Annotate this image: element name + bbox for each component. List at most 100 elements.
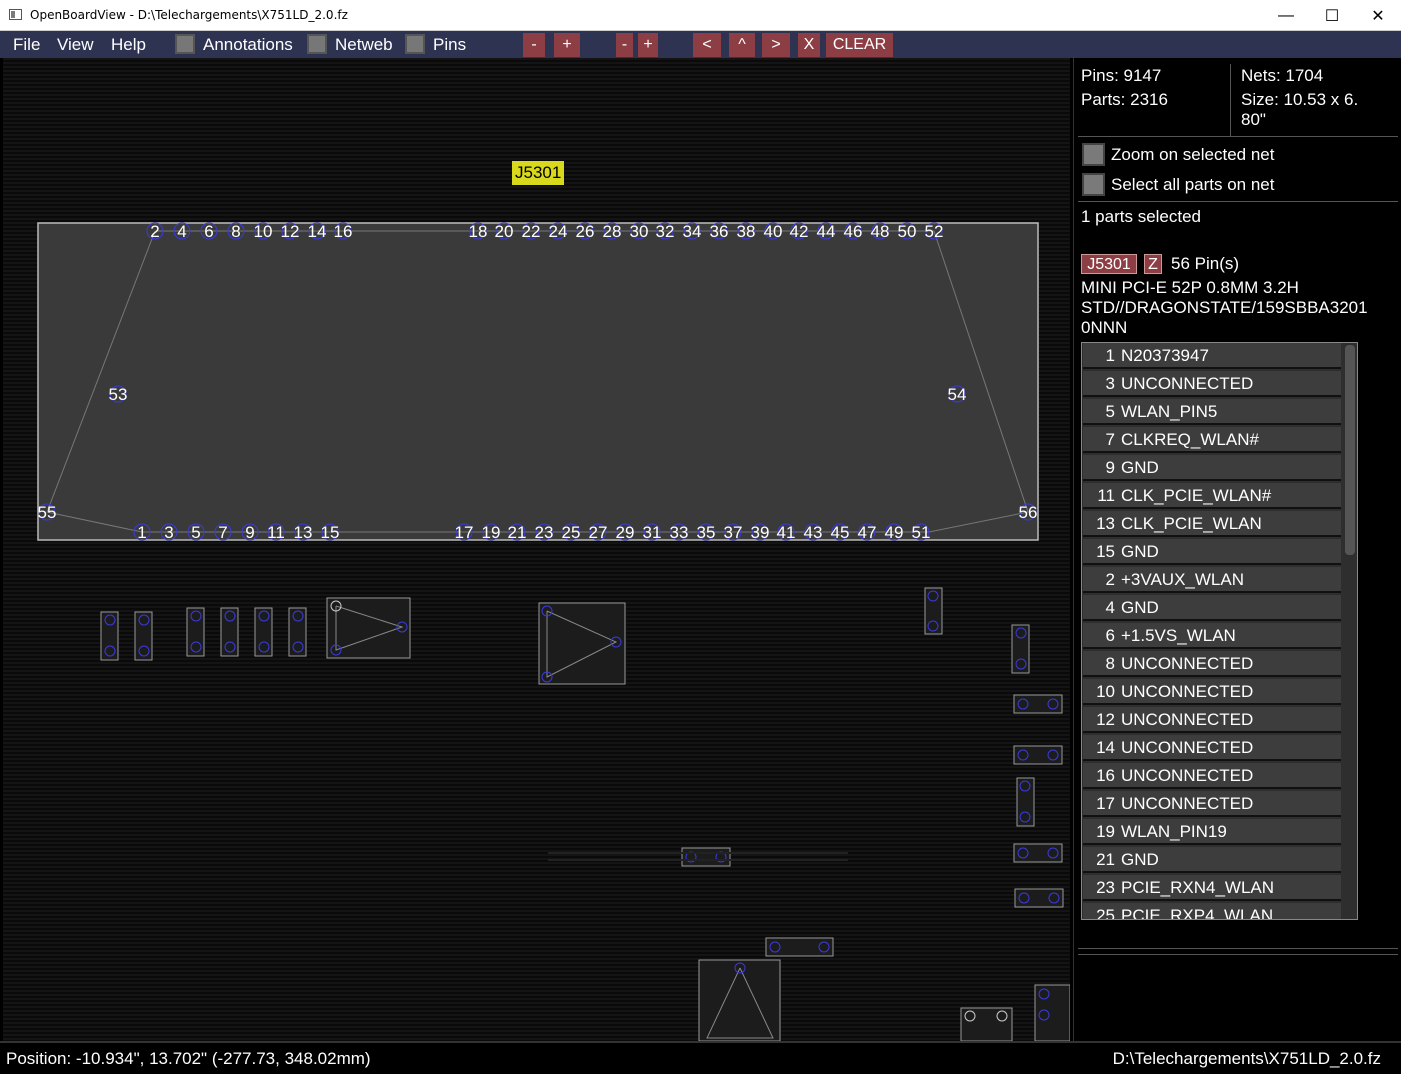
connector-pin-25[interactable]: 25 <box>562 523 581 542</box>
connector-pin-13[interactable]: 13 <box>294 523 313 542</box>
connector-pin-24[interactable]: 24 <box>549 222 568 241</box>
connector-pin-56[interactable]: 56 <box>1019 503 1038 522</box>
x-button[interactable]: X <box>798 33 820 57</box>
up-button[interactable]: ^ <box>729 33 755 57</box>
pin-list-row[interactable]: 10 UNCONNECTED <box>1083 679 1341 705</box>
component-2pin[interactable] <box>134 611 153 661</box>
pins-checkbox[interactable] <box>405 34 425 54</box>
connector-pin-29[interactable]: 29 <box>616 523 635 542</box>
component-triangle[interactable] <box>326 597 411 659</box>
prev-button[interactable]: < <box>693 33 721 57</box>
connector-pin-14[interactable]: 14 <box>308 222 327 241</box>
pin-list-row[interactable]: 1 N20373947 <box>1083 343 1341 369</box>
rotate-ccw-button[interactable]: - <box>616 33 633 57</box>
connector-pin-48[interactable]: 48 <box>871 222 890 241</box>
pin-list-row[interactable]: 14 UNCONNECTED <box>1083 735 1341 761</box>
connector-pin-17[interactable]: 17 <box>455 523 474 542</box>
pin-list[interactable]: 25 PCIE_RXP4_WLAN 23 PCIE_RXN4_WLAN 21 GND 19 W… <box>1081 342 1358 920</box>
rotate-cw-button[interactable]: + <box>638 33 658 57</box>
connector-pin-32[interactable]: 32 <box>656 222 675 241</box>
connector-pin-23[interactable]: 23 <box>535 523 554 542</box>
connector-pin-33[interactable]: 33 <box>670 523 689 542</box>
component-2pin[interactable] <box>1013 745 1063 765</box>
menu-view[interactable]: View <box>57 35 94 55</box>
connector-pin-47[interactable]: 47 <box>858 523 877 542</box>
connector-pin-19[interactable]: 19 <box>482 523 501 542</box>
connector-pin-28[interactable]: 28 <box>603 222 622 241</box>
connector-pin-12[interactable]: 12 <box>281 222 300 241</box>
connector-pin-55[interactable]: 55 <box>38 503 57 522</box>
board-canvas[interactable]: 2 4 6 8 10 12 14 16 18 20 22 24 26 28 30 32 34 36 38 40 42 44… <box>3 58 1070 1041</box>
connector-pin-52[interactable]: 52 <box>925 222 944 241</box>
connector-pin-50[interactable]: 50 <box>898 222 917 241</box>
pin-list-row[interactable]: 2 +3VAUX_WLAN <box>1083 567 1341 593</box>
component-2pin[interactable] <box>960 1007 1013 1041</box>
zoom-in-button[interactable]: + <box>554 33 580 57</box>
component-2pin[interactable] <box>924 587 943 635</box>
zoom-out-button[interactable]: - <box>523 33 545 57</box>
connector-pin-42[interactable]: 42 <box>790 222 809 241</box>
connector-pin-22[interactable]: 22 <box>522 222 541 241</box>
pin-list-row[interactable]: 13 CLK_PCIE_WLAN <box>1083 511 1341 537</box>
pin-list-row[interactable]: 15 GND <box>1083 539 1341 565</box>
pin-list-row[interactable]: 12 UNCONNECTED <box>1083 707 1341 733</box>
connector-pin-53[interactable]: 53 <box>109 385 128 404</box>
pin-list-scrollbar[interactable] <box>1345 345 1355 555</box>
connector-pin-39[interactable]: 39 <box>751 523 770 542</box>
connector-pin-27[interactable]: 27 <box>589 523 608 542</box>
pin-list-row[interactable]: 3 UNCONNECTED <box>1083 371 1341 397</box>
pin-list-row[interactable]: 25 PCIE_RXP4_WLAN <box>1083 903 1341 919</box>
component-2pin[interactable] <box>765 937 834 957</box>
close-button[interactable]: ✕ <box>1355 0 1401 31</box>
annotations-checkbox[interactable] <box>175 34 195 54</box>
component-2pin[interactable] <box>681 847 731 867</box>
component-2pin[interactable] <box>1011 624 1030 674</box>
menu-help[interactable]: Help <box>111 35 146 55</box>
connector-pin-36[interactable]: 36 <box>710 222 729 241</box>
component-2pin[interactable] <box>1034 984 1070 1041</box>
connector-pin-30[interactable]: 30 <box>630 222 649 241</box>
zoom-part-button[interactable]: Z <box>1144 254 1162 274</box>
menu-file[interactable]: File <box>13 35 40 55</box>
connector-pin-11[interactable]: 11 <box>267 523 285 542</box>
maximize-button[interactable]: ☐ <box>1309 0 1355 31</box>
connector-j5301[interactable]: 2 4 6 8 10 12 14 16 18 20 22 24 26 28 30 32 34 36 38 40 42 44… <box>37 222 1039 542</box>
component-2pin[interactable] <box>288 607 307 657</box>
component-2pin[interactable] <box>100 611 119 661</box>
connector-pin-35[interactable]: 35 <box>697 523 716 542</box>
pin-list-row[interactable]: 19 WLAN_PIN19 <box>1083 819 1341 845</box>
connector-pin-41[interactable]: 41 <box>777 523 796 542</box>
selected-part-label[interactable]: J5301 <box>512 161 565 185</box>
next-button[interactable]: > <box>762 33 790 57</box>
pin-list-row[interactable]: 7 CLKREQ_WLAN# <box>1083 427 1341 453</box>
pin-list-row[interactable]: 8 UNCONNECTED <box>1083 651 1341 677</box>
pin-list-row[interactable]: 6 +1.5VS_WLAN <box>1083 623 1341 649</box>
minimize-button[interactable]: — <box>1263 0 1309 31</box>
connector-pin-44[interactable]: 44 <box>817 222 836 241</box>
connector-pin-37[interactable]: 37 <box>724 523 743 542</box>
connector-pin-16[interactable]: 16 <box>334 222 353 241</box>
component-2pin[interactable] <box>220 607 239 657</box>
part-name-button[interactable]: J5301 <box>1081 254 1137 274</box>
connector-pin-46[interactable]: 46 <box>844 222 863 241</box>
board-view[interactable]: 2 4 6 8 10 12 14 16 18 20 22 24 26 28 30 32 34 36 38 40 42 44… <box>3 58 1070 1041</box>
select-all-on-net-checkbox[interactable] <box>1082 173 1105 196</box>
connector-pin-31[interactable]: 31 <box>643 523 662 542</box>
component-2pin[interactable] <box>254 607 273 657</box>
connector-pin-26[interactable]: 26 <box>576 222 595 241</box>
component-2pin[interactable] <box>1013 843 1063 863</box>
pin-list-row[interactable]: 17 UNCONNECTED <box>1083 791 1341 817</box>
pin-list-row[interactable]: 4 GND <box>1083 595 1341 621</box>
component-2pin[interactable] <box>1014 888 1064 908</box>
pin-list-row[interactable]: 9 GND <box>1083 455 1341 481</box>
connector-pin-54[interactable]: 54 <box>948 385 967 404</box>
component-2pin[interactable] <box>1016 777 1035 827</box>
connector-pin-18[interactable]: 18 <box>469 222 488 241</box>
component-2pin[interactable] <box>1013 694 1063 714</box>
connector-pin-21[interactable]: 21 <box>508 523 527 542</box>
component-triangle[interactable] <box>698 959 781 1041</box>
connector-pin-40[interactable]: 40 <box>764 222 783 241</box>
zoom-on-net-checkbox[interactable] <box>1082 143 1105 166</box>
component-triangle[interactable] <box>538 602 626 685</box>
connector-pin-15[interactable]: 15 <box>321 523 340 542</box>
